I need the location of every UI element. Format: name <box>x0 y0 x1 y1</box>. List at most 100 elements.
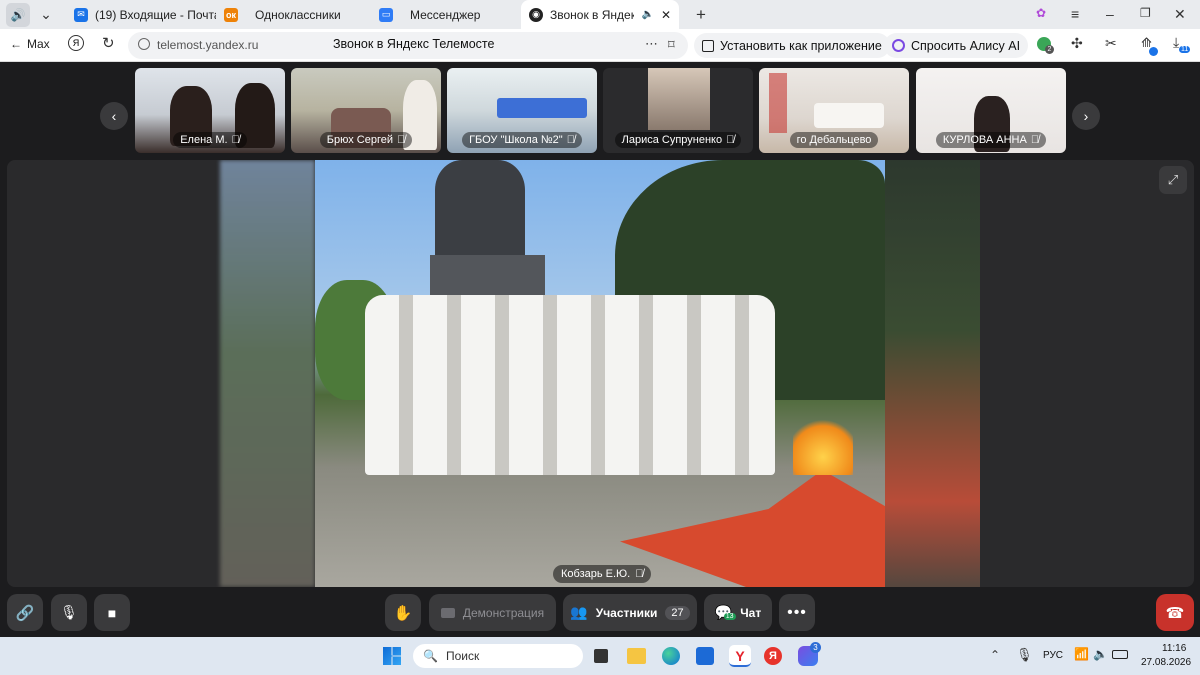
language-indicator[interactable]: РУС <box>1043 650 1063 661</box>
close-icon[interactable]: ✕ <box>661 8 671 22</box>
tab-sound-icon: 🔈 <box>641 9 654 20</box>
yandex-browser-icon[interactable]: Y <box>729 645 751 667</box>
chevron-up-icon[interactable]: ⌃ <box>990 648 1000 662</box>
bookmark-icon[interactable]: ⌑ <box>668 37 675 53</box>
eternal-flame <box>793 415 853 475</box>
install-app-button[interactable]: Установить как приложение <box>694 33 890 58</box>
volume-icon[interactable]: 🔈 <box>1093 647 1108 661</box>
speaker-label: Кобзарь Е.Ю. 🎙̸ <box>553 565 652 583</box>
wifi-icon[interactable]: 📶 <box>1074 647 1089 661</box>
new-tab-icon[interactable]: + <box>689 5 713 25</box>
profile-icon[interactable]: ✿ <box>1036 6 1046 20</box>
camera-button[interactable]: ■ <box>94 594 130 631</box>
link-icon: 🔗 <box>15 604 35 622</box>
scroll-right-button[interactable]: › <box>1072 102 1100 130</box>
extension-badge: 2 <box>1045 45 1054 54</box>
bell-badge <box>1149 47 1158 56</box>
participants-count: 27 <box>665 605 690 620</box>
mail-icon: ✉ <box>74 7 88 22</box>
browser-tab-bar: 🔊 ⌄ ✉ (19) Входящие - Почта Mail ок Одно… <box>0 0 1200 29</box>
reload-icon[interactable]: ↻ <box>102 34 115 52</box>
restore-icon[interactable]: ❐ <box>1140 6 1151 20</box>
tab-odnoklassniki[interactable]: ок Одноклассники <box>216 0 371 29</box>
clock-time[interactable]: 11:16 <box>1162 643 1186 654</box>
download-badge: 11 <box>1179 46 1191 53</box>
tab-label: Одноклассники <box>255 7 341 22</box>
url-field[interactable]: telemost.yandex.ru Звонок в Яндекс Телем… <box>128 32 688 59</box>
raise-hand-button[interactable]: ✋ <box>385 594 421 631</box>
participant-tile[interactable]: ГБОУ "Школа №2" 🎙̸ <box>447 68 597 153</box>
chat-button[interactable]: 💬 13 Чат <box>704 594 772 631</box>
tab-mail[interactable]: ✉ (19) Входящие - Почта Mail <box>66 0 216 29</box>
fullscreen-button[interactable]: ⤢ <box>1159 166 1187 194</box>
yandex-icon[interactable]: Я <box>68 35 84 51</box>
screen-share-button[interactable]: Демонстрация <box>429 594 556 631</box>
back-button[interactable]: ← Max <box>10 37 50 51</box>
mic-off-icon: 🎙 <box>60 604 78 620</box>
scroll-left-button[interactable]: ‹ <box>100 102 128 130</box>
clock-date[interactable]: 27.08.2026 <box>1141 657 1191 668</box>
tab-label: Мессенджер <box>410 7 481 22</box>
participant-name: Елена М. <box>180 134 228 146</box>
mic-off-icon: 🎙̸ <box>726 134 735 146</box>
chat-icon: 💬 13 <box>714 604 736 620</box>
search-icon: 🔍 <box>423 649 438 663</box>
yandex-icon[interactable]: Я <box>764 647 782 665</box>
arrow-left-icon: ← <box>10 37 22 51</box>
site-info-icon[interactable] <box>138 38 150 50</box>
tab-label: Звонок в Яндекс Телемост <box>550 7 635 22</box>
copy-link-button[interactable]: 🔗 <box>7 594 43 631</box>
screenshot-icon[interactable]: ✂ <box>1105 35 1117 52</box>
tab-messenger[interactable]: ▭ Мессенджер <box>371 0 521 29</box>
camera-icon: ■ <box>107 604 117 621</box>
battery-icon[interactable] <box>1112 650 1128 659</box>
participant-tile[interactable]: го Дебальцево <box>759 68 909 153</box>
ask-alice-button[interactable]: Спросить Алису AI <box>884 33 1029 58</box>
url-text: telemost.yandex.ru <box>157 38 259 52</box>
more-icon[interactable]: ⋯ <box>645 36 658 52</box>
participant-name: Брюх Сергей <box>326 134 393 146</box>
main-video <box>315 160 885 587</box>
alice-label: Спросить Алису AI <box>911 38 1021 53</box>
minimize-icon[interactable]: – <box>1106 6 1114 22</box>
phone-hangup-icon: ☎ <box>1165 604 1185 622</box>
taskbar-search[interactable]: 🔍 Поиск <box>413 644 583 668</box>
store-icon[interactable] <box>696 647 714 665</box>
participant-tile[interactable]: КУРЛОВА АННА 🎙̸ <box>916 68 1066 153</box>
microphone-button[interactable]: 🎙 <box>51 594 87 631</box>
participants-button[interactable]: 👥 Участники 27 <box>563 594 697 631</box>
chevron-down-icon[interactable]: ⌄ <box>34 6 58 23</box>
chat-badge: 13 <box>723 613 736 620</box>
hand-icon: ✋ <box>393 604 413 622</box>
main-video-stage: ⤢ Кобзарь Е.Ю. 🎙̸ <box>7 160 1194 587</box>
participant-name: Лариса Супруненко <box>621 134 723 146</box>
eternal-flame-star <box>620 470 885 587</box>
tab-telemost[interactable]: ◉ Звонок в Яндекс Телемост 🔈 ✕ <box>521 0 679 29</box>
close-window-icon[interactable]: ✕ <box>1174 6 1186 23</box>
participant-tile[interactable]: Лариса Супруненко 🎙̸ <box>603 68 753 153</box>
participant-tile[interactable]: Брюх Сергей 🎙̸ <box>291 68 441 153</box>
messenger-icon: ▭ <box>379 7 393 22</box>
microphone-tray-icon[interactable]: 🎙 <box>1016 647 1033 663</box>
edge-icon[interactable] <box>662 647 680 665</box>
students-group <box>365 295 775 475</box>
speaker-name: Кобзарь Е.Ю. <box>561 568 631 580</box>
speaker-icon[interactable]: 🔊 <box>6 2 30 27</box>
menu-icon[interactable]: ≡ <box>1071 6 1079 22</box>
participant-tile[interactable]: Елена М. 🎙̸ <box>135 68 285 153</box>
task-view-icon[interactable] <box>594 649 608 663</box>
puzzle-icon[interactable]: ✣ <box>1071 35 1083 52</box>
install-label: Установить как приложение <box>720 38 882 53</box>
windows-start-icon[interactable] <box>383 647 401 665</box>
mic-off-icon: 🎙̸ <box>635 568 644 580</box>
participant-photo <box>648 68 710 130</box>
end-call-button[interactable]: ☎ <box>1156 594 1194 631</box>
file-explorer-icon[interactable] <box>627 648 646 664</box>
mic-off-icon: 🎙̸ <box>1030 134 1040 146</box>
install-icon <box>702 39 714 52</box>
mic-off-icon: 🎙̸ <box>231 134 240 146</box>
alice-icon <box>892 39 905 52</box>
more-options-button[interactable]: ••• <box>779 594 815 631</box>
windows-taskbar: 🔍 Поиск Y Я 3 ⌃ 🎙 РУС 📶 🔈 11:16 27.08.20… <box>0 637 1200 675</box>
more-icon: ••• <box>787 603 807 621</box>
